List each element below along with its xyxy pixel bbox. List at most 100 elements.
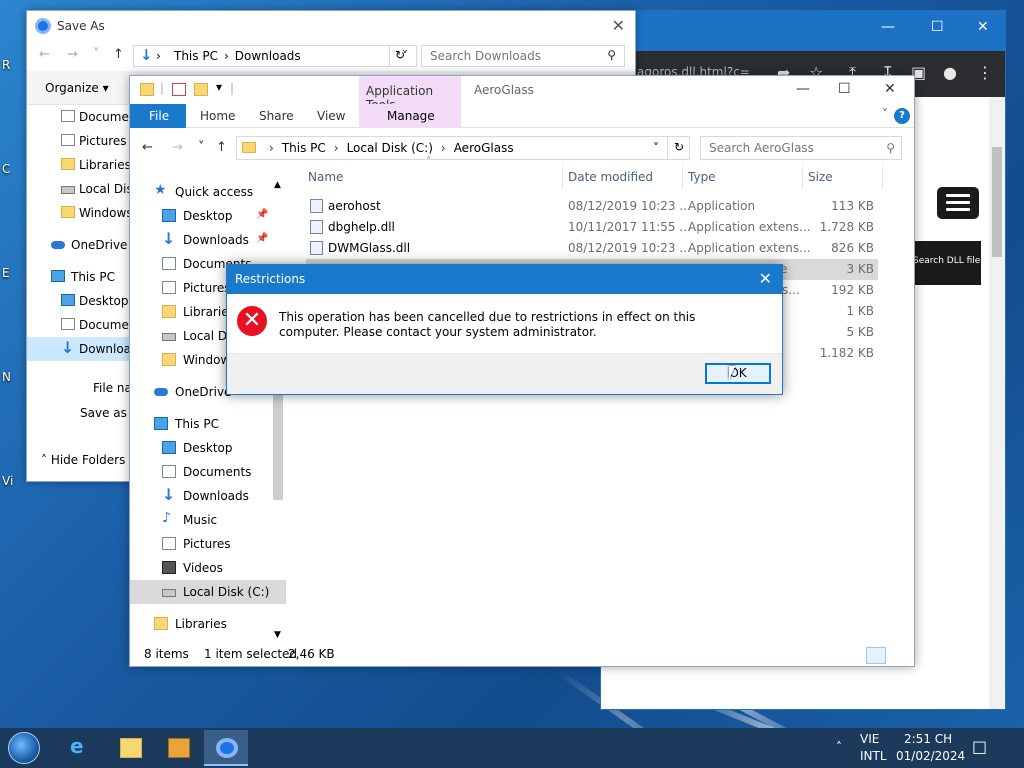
taskbar-app-media-player[interactable]	[156, 730, 200, 766]
sidebar-item-downloads[interactable]: Downloads	[130, 484, 286, 508]
chevron-down-icon[interactable]: ˅	[198, 140, 205, 155]
hamburger-menu-button[interactable]	[937, 187, 979, 219]
taskbar-app-internet-explorer[interactable]: e	[58, 730, 102, 766]
explorer-path[interactable]: › This PC › Local Disk (C:) › AeroGlass ˅	[236, 136, 690, 160]
sidebar-item-documents[interactable]: Documents	[27, 313, 131, 337]
desktop-icon-label[interactable]: Vi	[2, 474, 13, 488]
input-language[interactable]: INTL	[860, 749, 887, 763]
sidebar-item-local-disk[interactable]: Local Disk	[27, 177, 131, 201]
chevron-down-icon[interactable]: ˅	[93, 47, 100, 62]
sidebar-item-quick-access[interactable]: ★ Quick access	[130, 180, 286, 204]
back-icon[interactable]: ←	[39, 47, 50, 62]
file-row[interactable]: DWMGlass.dll 08/12/2019 10:23 ... Applic…	[306, 238, 878, 259]
breadcrumb-item[interactable]: AeroGlass	[454, 141, 514, 155]
forward-icon[interactable]: →	[67, 47, 78, 62]
sidebar-item-pictures[interactable]: Pictures	[130, 532, 286, 556]
sidebar-item-videos[interactable]: Videos	[130, 556, 286, 580]
desktop-icon-label[interactable]: N	[2, 370, 11, 384]
scrollbar-thumb[interactable]	[992, 147, 1002, 257]
desktop-icon-label[interactable]: C	[2, 162, 10, 176]
sidebar-item-libraries[interactable]: Libraries	[27, 153, 131, 177]
column-header-date[interactable]: Date modified	[568, 170, 653, 184]
column-header-name[interactable]: Name	[308, 170, 343, 184]
chevron-down-icon[interactable]: ˅	[882, 107, 888, 121]
breadcrumb-item[interactable]: Downloads	[235, 49, 301, 63]
back-icon[interactable]: ←	[142, 140, 153, 155]
search-dll-button[interactable]: Search DLL file	[909, 241, 981, 285]
desktop-icon-label[interactable]: R	[2, 58, 10, 72]
refresh-icon[interactable]: ↻	[389, 45, 411, 67]
column-header-type[interactable]: Type	[688, 170, 716, 184]
sidebar-item-this-pc[interactable]: This PC	[27, 265, 131, 289]
large-icons-view-button[interactable]	[890, 647, 910, 664]
sidebar-item-downloads[interactable]: Downloads	[27, 337, 131, 361]
tab-file[interactable]: File	[130, 104, 186, 128]
properties-icon[interactable]	[172, 83, 186, 96]
tab-view[interactable]: View	[317, 109, 345, 123]
close-icon[interactable]: ✕	[884, 81, 896, 97]
desktop-icon-label[interactable]: E	[2, 266, 10, 280]
sidebar-item-pictures[interactable]: Pictures	[27, 129, 131, 153]
sidebar-item-downloads[interactable]: Downloads 📌	[130, 228, 286, 252]
tab-share[interactable]: Share	[259, 109, 294, 123]
scroll-down-icon[interactable]: ▼	[274, 630, 281, 640]
start-button[interactable]	[8, 732, 40, 764]
ok-button[interactable]: OK	[705, 363, 771, 384]
column-header-size[interactable]: Size	[808, 170, 833, 184]
chevron-down-icon[interactable]: ˅	[653, 141, 659, 155]
taskbar-app-chrome[interactable]	[204, 730, 248, 766]
close-icon[interactable]: ✕	[759, 269, 772, 288]
sidebar-item-documents[interactable]: Documents	[27, 105, 131, 129]
clock-time[interactable]: 2:51 CH	[904, 732, 952, 746]
sidebar-item-this-pc[interactable]: This PC	[130, 412, 286, 436]
forward-icon[interactable]: →	[172, 140, 183, 155]
up-icon[interactable]: ↑	[113, 47, 124, 62]
sidebar-scrollbar[interactable]: ▲ ▼	[270, 180, 286, 640]
menu-dots-icon[interactable]: ⋮	[977, 63, 993, 82]
sidebar-item-windows[interactable]: Windows	[27, 201, 131, 225]
sidebar-item-libraries[interactable]: Libraries	[130, 612, 286, 636]
minimize-icon[interactable]: —	[881, 19, 895, 35]
maximize-icon[interactable]: ☐	[838, 81, 851, 97]
sidebar-item-music[interactable]: ♪ Music	[130, 508, 286, 532]
file-row[interactable]: aerohost 08/12/2019 10:23 ... Applicatio…	[306, 196, 878, 217]
sidebar-item-desktop[interactable]: Desktop	[130, 436, 286, 460]
tab-manage[interactable]: Manage	[359, 104, 461, 128]
column-divider[interactable]	[802, 166, 803, 190]
close-icon[interactable]: ✕	[612, 16, 625, 35]
clock-date[interactable]: 01/02/2024	[896, 749, 965, 763]
breadcrumb-item[interactable]: This PC	[282, 141, 326, 155]
chrome-scrollbar[interactable]	[989, 97, 1005, 709]
sidebar-item-desktop[interactable]: Desktop	[27, 289, 131, 313]
input-language-day[interactable]: VIE	[860, 732, 879, 746]
column-divider[interactable]	[562, 166, 563, 190]
sidebar-item-onedrive[interactable]: OneDrive	[27, 233, 131, 257]
save-as-path[interactable]: ↓ › This PC › Downloads ˅	[133, 45, 417, 67]
search-aeroglass-input[interactable]: Search AeroGlass ⚲	[700, 136, 902, 160]
new-folder-icon[interactable]	[194, 83, 208, 96]
tab-home[interactable]: Home	[200, 109, 235, 123]
profile-icon[interactable]: ●	[943, 63, 957, 82]
show-hidden-icons-icon[interactable]: ˄	[836, 740, 842, 754]
minimize-icon[interactable]: —	[796, 81, 810, 97]
sidebar-item-local-disk-c[interactable]: Local Disk (C:)	[130, 580, 286, 604]
taskbar-app-file-explorer[interactable]	[108, 730, 152, 766]
hide-folders-button[interactable]: ˄ Hide Folders	[41, 453, 125, 467]
column-divider[interactable]	[682, 166, 683, 190]
search-downloads-input[interactable]: Search Downloads ⚲	[421, 45, 625, 67]
sidebar-item-desktop[interactable]: Desktop 📌	[130, 204, 286, 228]
notifications-icon[interactable]: □	[972, 737, 987, 756]
file-row[interactable]: dbghelp.dll 10/11/2017 11:55 ... Applica…	[306, 217, 878, 238]
breadcrumb-item[interactable]: Local Disk (C:)	[347, 141, 433, 155]
organize-button[interactable]: Organize ▾	[45, 81, 109, 95]
maximize-icon[interactable]: ☐	[931, 19, 944, 35]
scroll-up-icon[interactable]: ▲	[274, 180, 281, 190]
sidebar-item-documents[interactable]: Documents	[130, 460, 286, 484]
up-icon[interactable]: ↑	[216, 140, 227, 155]
column-divider[interactable]	[882, 166, 883, 190]
customize-quick-access-icon[interactable]: ▾	[216, 80, 222, 94]
breadcrumb-item[interactable]: This PC	[174, 49, 218, 63]
refresh-icon[interactable]: ↻	[667, 136, 691, 160]
help-icon[interactable]: ?	[894, 108, 910, 124]
close-icon[interactable]: ✕	[977, 19, 989, 35]
